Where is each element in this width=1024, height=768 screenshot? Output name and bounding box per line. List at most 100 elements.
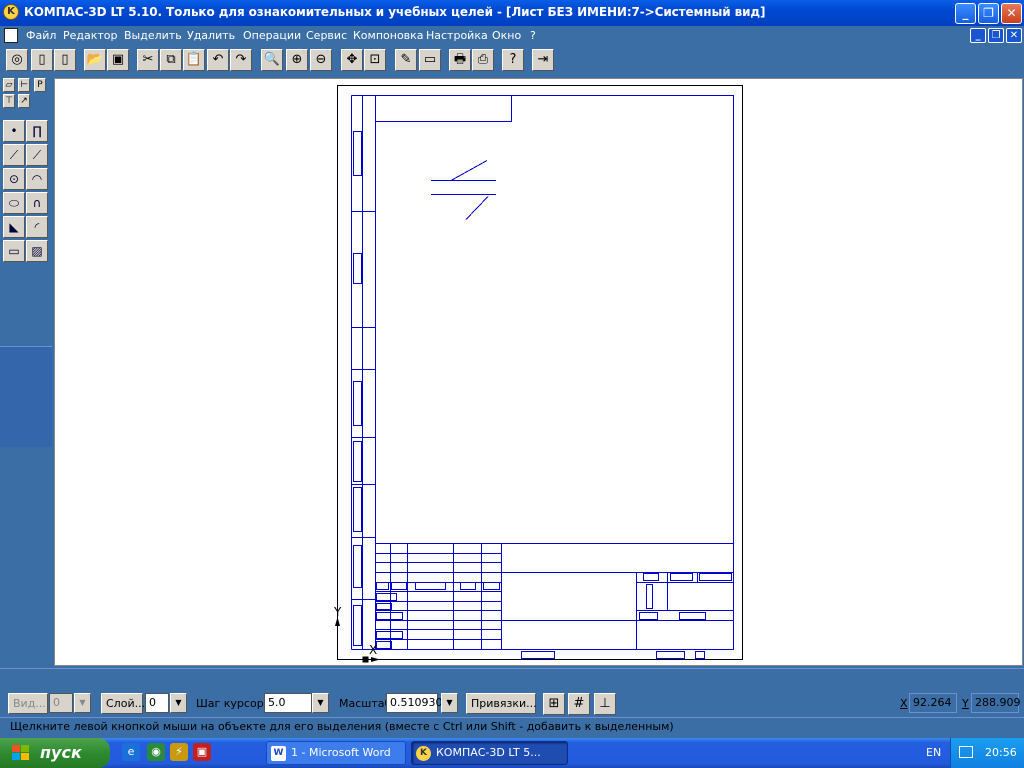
local-cs-icon[interactable]: ⊥ [594, 693, 616, 715]
new-model-icon[interactable]: ◎ [6, 49, 28, 71]
layer-field[interactable]: 0 [145, 693, 169, 713]
menu-layout[interactable]: Компоновка [353, 29, 424, 42]
undo-icon[interactable]: ↶ [207, 49, 229, 71]
app-quicklaunch-icon[interactable]: ▣ [193, 743, 211, 761]
frame-border [375, 95, 734, 650]
menu-delete[interactable]: Удалить [187, 29, 235, 42]
tool-panel-empty-area [0, 346, 52, 447]
scale-field[interactable]: 0.510930 [386, 693, 443, 713]
menu-help[interactable]: ? [530, 29, 536, 42]
cut-icon[interactable]: ✂ [137, 49, 159, 71]
y-coord-label: Y [962, 697, 969, 710]
point-icon[interactable]: • [3, 120, 25, 142]
doc-close-button[interactable]: ✕ [1006, 28, 1022, 43]
circle-icon[interactable]: ⊙ [3, 168, 25, 190]
taskbar-item-kompas[interactable]: K КОМПАС-3D LT 5... [411, 741, 568, 765]
chamfer-icon[interactable]: ◣ [3, 216, 25, 238]
doc-minimize-button[interactable]: _ [970, 28, 986, 43]
grid-icon[interactable]: # [568, 693, 590, 715]
arc-icon[interactable]: ◠ [26, 168, 48, 190]
language-indicator[interactable]: EN [926, 746, 941, 759]
fillet-icon[interactable]: ◜ [26, 216, 48, 238]
minimize-button[interactable]: _ [955, 3, 976, 24]
tool-panel: ▱ ⊢ P ⊤ ↗ • ∏ ⟋ ⟋ ⊙ ◠ ⬭ ∩ ◣ ◜ ▭ ▨ [0, 76, 52, 666]
spline-icon[interactable]: ∩ [26, 192, 48, 214]
snap-grid-icon[interactable]: ⊞ [543, 693, 565, 715]
scale-dropdown-icon[interactable]: ▼ [441, 693, 458, 713]
snaps-button[interactable]: Привязки... [466, 693, 537, 714]
close-button[interactable]: ✕ [1001, 3, 1022, 24]
zoom-out-icon[interactable]: ⊖ [310, 49, 332, 71]
start-button[interactable]: пуск [0, 738, 110, 768]
redo-icon[interactable]: ↷ [230, 49, 252, 71]
cursor-step-dropdown-icon[interactable]: ▼ [312, 693, 329, 713]
ellipse-icon[interactable]: ⬭ [3, 192, 25, 214]
status-strip [0, 668, 1024, 691]
open-folder-icon[interactable]: 📂 [84, 49, 106, 71]
start-label: пуск [40, 743, 82, 762]
view-field[interactable]: 0 [49, 693, 73, 713]
print-icon[interactable]: ⎙ [472, 49, 494, 71]
context-help-icon[interactable]: ? [502, 49, 524, 71]
menu-service[interactable]: Сервис [306, 29, 347, 42]
explorer-quicklaunch-icon[interactable]: ◉ [147, 743, 165, 761]
segment-icon[interactable]: ⟋ [3, 144, 25, 166]
title-bar[interactable]: K КОМПАС-3D LT 5.10. Только для ознакоми… [0, 0, 1024, 26]
copy-icon[interactable]: ⧉ [160, 49, 182, 71]
print-preview-icon[interactable]: 🖶 [449, 49, 471, 71]
drawing-canvas[interactable]: Y X [54, 78, 1023, 666]
params-page-icon[interactable]: P [34, 78, 46, 92]
zoom-in-icon[interactable]: ⊕ [286, 49, 308, 71]
cursor-step-field[interactable]: 5.0 [264, 693, 312, 713]
menu-window[interactable]: Окно [492, 29, 521, 42]
kompas-icon: K [416, 746, 431, 761]
doc-restore-button[interactable]: ❐ [988, 28, 1004, 43]
view-manager-icon[interactable]: ▭ [419, 49, 441, 71]
taskbar: пуск e ◉ ⚡ ▣ W 1 - Microsoft Word K КОМП… [0, 738, 1024, 768]
show-all-icon[interactable]: ⊡ [364, 49, 386, 71]
geometry-page-icon[interactable]: ▱ [3, 78, 15, 92]
kompas-app-icon[interactable]: K [3, 4, 19, 20]
zoom-window-icon[interactable]: 🔍 [261, 49, 283, 71]
view-button[interactable]: Вид... [8, 693, 48, 714]
menu-file[interactable]: Файл [26, 29, 56, 42]
refresh-icon[interactable]: ✎ [395, 49, 417, 71]
layer-dropdown-icon[interactable]: ▼ [170, 693, 187, 713]
parallel-segment-icon[interactable]: ⟋ [26, 144, 48, 166]
pan-icon[interactable]: ✥ [341, 49, 363, 71]
edit-page-icon[interactable]: ↗ [18, 94, 30, 108]
network-icon[interactable] [959, 746, 973, 758]
taskbar-item-word[interactable]: W 1 - Microsoft Word [266, 741, 406, 765]
rectangle-icon[interactable]: ▭ [3, 240, 25, 262]
auxiliary-line-icon[interactable]: ∏ [26, 120, 48, 142]
menu-editor[interactable]: Редактор [63, 29, 118, 42]
menu-select[interactable]: Выделить [124, 29, 182, 42]
menu-operations[interactable]: Операции [243, 29, 301, 42]
y-coord-field[interactable]: 288.909 [971, 693, 1021, 713]
measure-page-icon[interactable]: ⊤ [3, 94, 15, 108]
dimensions-page-icon[interactable]: ⊢ [18, 78, 30, 92]
document-icon[interactable] [4, 28, 18, 43]
parameter-bar: Вид... 0 ▼ Слой... 0 ▼ Шаг курсора 5.0 ▼… [0, 691, 1024, 717]
winamp-quicklaunch-icon[interactable]: ⚡ [170, 743, 188, 761]
drawing-sheet [335, 85, 743, 663]
scale-label: Масштаб [339, 697, 392, 710]
new-sheet-icon[interactable]: ▯ [31, 49, 53, 71]
x-coord-field[interactable]: 92.264 [909, 693, 957, 713]
paste-icon[interactable]: 📋 [183, 49, 205, 71]
main-toolbar: ◎ ▯ ▯ 📂 ▣ ✂ ⧉ 📋 ↶ ↷ 🔍 ⊕ ⊖ ✥ ⊡ ✎ ▭ 🖶 ⎙ ? … [0, 46, 1024, 74]
view-dropdown-icon[interactable]: ▼ [74, 693, 91, 713]
window-title: КОМПАС-3D LT 5.10. Только для ознакомите… [24, 5, 766, 19]
layer-button[interactable]: Слой... [101, 693, 145, 714]
save-icon[interactable]: ▣ [107, 49, 129, 71]
menu-bar: Файл Редактор Выделить Удалить Операции … [0, 26, 1024, 46]
clock[interactable]: 20:56 [985, 746, 1017, 759]
maximize-button[interactable]: ❐ [978, 3, 999, 24]
hatch-icon[interactable]: ▨ [26, 240, 48, 262]
new-fragment-icon[interactable]: ▯ [54, 49, 76, 71]
menu-settings[interactable]: Настройка [426, 29, 488, 42]
exit-icon[interactable]: ⇥ [532, 49, 554, 71]
ie-quicklaunch-icon[interactable]: e [122, 743, 140, 761]
x-axis-label: X [369, 643, 378, 657]
y-axis-label: Y [334, 605, 342, 619]
